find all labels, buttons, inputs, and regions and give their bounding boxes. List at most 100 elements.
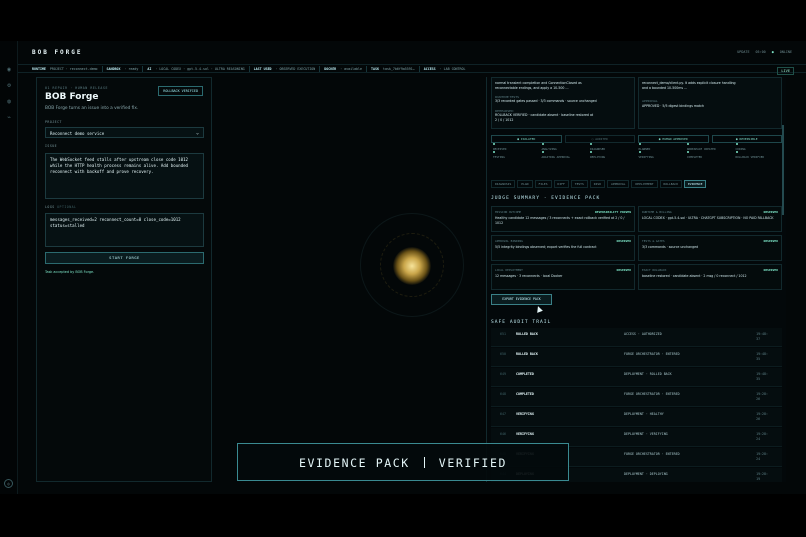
task-accepted-status: Task accepted by BOB Forge.	[45, 270, 95, 274]
guarantee-chip: ● HUMAN APPROVED	[638, 135, 709, 143]
tab-files[interactable]: FILES	[534, 180, 552, 188]
audit-row[interactable]: 651 ROLLED BACK ACCESS · AUTHORIZED 19:48: 3…	[491, 328, 782, 347]
tab-tests[interactable]: TESTS	[570, 180, 588, 188]
banner-left: EVIDENCE PACK	[298, 456, 410, 470]
export-evidence-button[interactable]: EXPORT EVIDENCE PACK	[491, 294, 552, 305]
evidence-verified-banner: EVIDENCE PACK VERIFIED	[237, 443, 569, 481]
logs-label: LOGS OPTIONAL	[45, 205, 76, 209]
tab-plan[interactable]: PLAN	[517, 180, 533, 188]
summary-card: normal transient completion and Connecti…	[491, 77, 635, 129]
tab-evidence[interactable]: EVIDENCE	[684, 180, 707, 188]
status-separator	[142, 65, 144, 72]
evidence-card-heading: LOCAL DEPLOYMENT	[495, 268, 523, 272]
tab-risk[interactable]: RISK	[589, 180, 606, 188]
audit-seq: 649	[500, 372, 506, 376]
help-icon[interactable]: ◎	[4, 479, 13, 488]
evidence-card-body: 5/5 integrity bindings observed; export …	[495, 245, 597, 249]
tab-approval[interactable]: APPROVAL	[607, 180, 630, 188]
evidence-card-body: LOCAL CODEX · gpt-5.4-sol · ULTRA · CHAT…	[642, 216, 774, 220]
header-status: UPDATE 05:00 ● ONLINE	[737, 50, 792, 54]
status-value: · available	[340, 66, 363, 71]
home-icon[interactable]: ◉	[6, 67, 12, 73]
audit-time-s: 19	[756, 477, 761, 481]
audit-event: DEPLOYMENT · VERIFYING	[624, 432, 668, 436]
audit-row[interactable]: 648 COMPLETED FORGE ORCHESTRATOR · ENTERED…	[491, 388, 782, 407]
audit-event: FORGE ORCHESTRATOR · ENTERED	[624, 452, 680, 456]
audit-state: ROLLED BACK	[516, 332, 538, 336]
summary-line: 2 / 0 / 1012	[495, 117, 514, 122]
audit-time: 19:48: 37	[756, 332, 768, 342]
chevron-down-icon: ⌄	[195, 130, 199, 136]
audit-time: 19:48: 35	[756, 352, 768, 362]
audit-state: VERIFYING	[516, 412, 534, 416]
page-subtitle: BOB Forge turns an issue into a verified…	[45, 106, 139, 111]
project-select[interactable]: Reconnect demo service ⌄	[45, 127, 204, 138]
evidence-card-heading: EXACT ROLLBACK	[642, 268, 667, 272]
tab-rollback[interactable]: ROLLBACK	[659, 180, 682, 188]
tab-diagnosis[interactable]: DIAGNOSIS	[491, 180, 516, 188]
logs-optional-tag: OPTIONAL	[57, 205, 77, 209]
project-label: PROJECT	[45, 120, 62, 124]
scrollbar[interactable]	[782, 125, 784, 215]
audit-row[interactable]: 647 VERIFYING DEPLOYMENT · HEALTHY 19:28: 26	[491, 408, 782, 427]
evidence-card-status: REVERSIBILITY PROVEN	[594, 210, 631, 214]
chart-icon[interactable]: ⌁	[6, 115, 12, 121]
issue-label: ISSUE	[45, 144, 58, 148]
audit-seq: 648	[500, 392, 506, 396]
pipeline-step: ROLLBACK VERIFIED	[734, 151, 783, 159]
guarantee-chip: ● ISOLATED	[491, 135, 562, 143]
update-label[interactable]: UPDATE	[737, 50, 749, 54]
evidence-card-body: 3/3 commands · source unchanged	[642, 245, 699, 249]
audit-event: DEPLOYMENT · ROLLED BACK	[624, 372, 672, 376]
audit-row[interactable]: 649 COMPLETED DEPLOYMENT · ROLLED BACK 19:4…	[491, 368, 782, 387]
pipeline-step: PLANNED	[637, 143, 686, 151]
audit-state: COMPLETED	[516, 392, 534, 396]
banner-right: VERIFIED	[438, 456, 507, 470]
clock-label: 05:00	[755, 50, 766, 54]
status-separator	[319, 65, 321, 72]
audit-trail-title: SAFE AUDIT TRAIL	[491, 320, 552, 325]
audit-event: DEPLOYMENT · DEPLOYING	[624, 472, 668, 476]
evidence-card: RUNTIME & BILLING OBSERVED LOCAL CODEX · g…	[638, 206, 782, 232]
audit-event: FORGE ORCHESTRATOR · ENTERED	[624, 392, 680, 396]
audit-row[interactable]: 650 ROLLED BACK FORGE ORCHESTRATOR · ENTER…	[491, 348, 782, 367]
audit-time: 19:28: 24	[756, 432, 768, 442]
online-indicator: ●	[771, 50, 774, 54]
audit-seq: 651	[500, 332, 506, 336]
logs-textarea[interactable]: messages_received=2 reconnect_count=0 cl…	[45, 213, 204, 247]
audit-state: COMPLETED	[516, 372, 534, 376]
audit-seq: 647	[500, 412, 506, 416]
evidence-card: APPROVAL BINDING OBSERVED 5/5 integrity bi…	[491, 235, 635, 261]
start-forge-button[interactable]: START FORGE	[45, 252, 204, 264]
audit-time-s: 24	[756, 457, 761, 461]
status-separator	[366, 65, 368, 72]
status-value: · ready	[124, 66, 139, 71]
tab-deployment[interactable]: DEPLOYMENT	[631, 180, 658, 188]
audit-time-s: 26	[756, 397, 761, 401]
status-key: ACCESS	[423, 66, 436, 71]
settings-icon[interactable]: ⚙	[6, 83, 12, 89]
core-orb	[393, 247, 431, 285]
evidence-card-status: OBSERVED	[763, 268, 778, 272]
audit-event: ACCESS · AUTHORIZED	[624, 332, 662, 336]
evidence-card-heading: TESTS & GATES	[642, 239, 665, 243]
audit-time: 19:28: 24	[756, 452, 768, 462]
pipeline-step: DEPLOYING	[588, 151, 637, 159]
status-separator	[101, 65, 103, 72]
status-separator	[418, 65, 420, 72]
database-icon[interactable]: ◍	[6, 99, 12, 105]
pipeline-step: CODING	[734, 143, 783, 151]
project-select-value: Reconnect demo service	[50, 131, 105, 136]
pipeline-step: VERIFYING	[637, 151, 686, 159]
live-badge[interactable]: LIVE	[777, 67, 794, 75]
status-value: · LOCAL CODEX · gpt-5.4-sol · ULTRA REAS…	[155, 66, 245, 71]
tab-diff[interactable]: DIFF	[553, 180, 569, 188]
audit-state: ROLLED BACK	[516, 352, 538, 356]
evidence-card-body: baseline restored · candidate absent · 2…	[642, 274, 747, 278]
top-header: BOB FORGE UPDATE 05:00 ● ONLINE	[18, 41, 806, 63]
pipeline-step: RECEIVED	[491, 143, 540, 151]
audit-time: 19:28: 19	[756, 472, 768, 482]
issue-textarea[interactable]: The WebSocket feed stalls after upstream…	[45, 153, 204, 199]
pipeline-step: AWAITING APPROVAL	[540, 151, 589, 159]
status-key: RUNTIME	[32, 66, 46, 71]
